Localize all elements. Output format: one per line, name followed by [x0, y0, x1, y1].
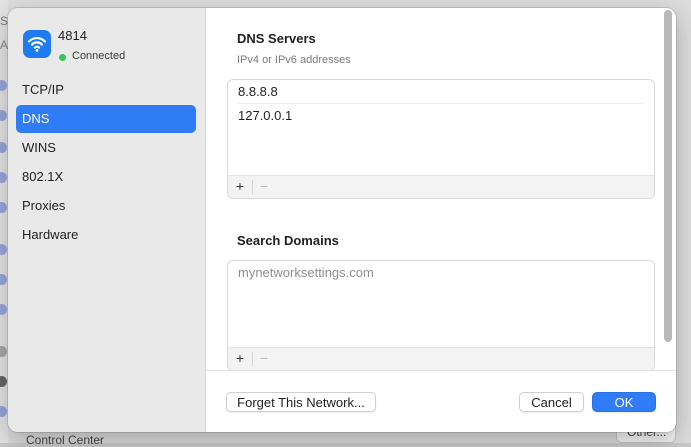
row-divider — [238, 103, 644, 104]
sidebar-item-8021x[interactable]: 802.1X — [16, 163, 196, 191]
add-search-domain-button[interactable]: + — [229, 348, 251, 370]
background-text: A — [0, 38, 9, 52]
remove-search-domain-button[interactable]: − — [253, 348, 275, 370]
dns-servers-list: 8.8.8.8 127.0.0.1 + − — [227, 79, 655, 199]
sidebar-nav: TCP/IP DNS WINS 802.1X Proxies Hardware — [16, 76, 196, 250]
wifi-icon — [23, 30, 51, 58]
dns-list-footer: + − — [228, 175, 654, 198]
main-panel: DNS Servers IPv4 or IPv6 addresses 8.8.8… — [206, 8, 676, 432]
sidebar-item-hardware[interactable]: Hardware — [16, 221, 196, 249]
sidebar-item-dns[interactable]: DNS — [16, 105, 196, 133]
search-domain-placeholder[interactable]: mynetworksettings.com — [238, 262, 644, 284]
ok-button[interactable]: OK — [592, 392, 656, 412]
scrollbar[interactable] — [664, 10, 672, 346]
search-domains-list: mynetworksettings.com + − — [227, 260, 655, 371]
search-domains-title: Search Domains — [237, 233, 339, 248]
button-bar: Forget This Network... Cancel OK — [206, 370, 676, 432]
dns-servers-title: DNS Servers — [237, 31, 316, 46]
network-name: 4814 — [58, 28, 87, 43]
sidebar: 4814 Connected TCP/IP DNS WINS 802.1X Pr… — [8, 8, 206, 432]
dns-settings-sheet: 4814 Connected TCP/IP DNS WINS 802.1X Pr… — [8, 8, 676, 432]
sidebar-item-wins[interactable]: WINS — [16, 134, 196, 162]
dns-servers-subtitle: IPv4 or IPv6 addresses — [237, 54, 351, 66]
add-dns-server-button[interactable]: + — [229, 176, 251, 198]
connected-status-dot — [59, 54, 66, 61]
sidebar-item-tcpip[interactable]: TCP/IP — [16, 76, 196, 104]
dns-server-row[interactable]: 8.8.8.8 — [238, 81, 644, 103]
scrollbar-thumb[interactable] — [664, 10, 672, 342]
forget-network-button[interactable]: Forget This Network... — [226, 392, 376, 412]
remove-dns-server-button[interactable]: − — [253, 176, 275, 198]
search-list-footer: + − — [228, 347, 654, 370]
dns-server-row[interactable]: 127.0.0.1 — [238, 105, 644, 127]
network-status: Connected — [72, 50, 126, 62]
background-control-center-label: Control Center — [26, 433, 105, 447]
cancel-button[interactable]: Cancel — [519, 392, 584, 412]
background-text: S — [0, 14, 9, 28]
sidebar-item-proxies[interactable]: Proxies — [16, 192, 196, 220]
